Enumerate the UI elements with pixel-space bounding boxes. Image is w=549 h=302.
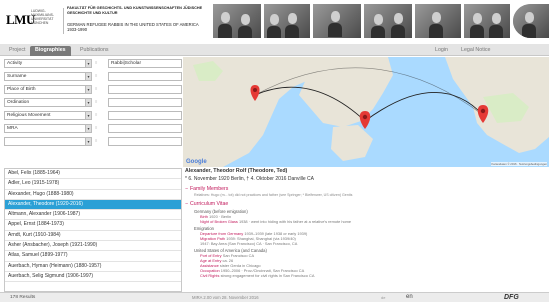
list-item-selected[interactable]: Alexander, Theodore (1920-2016) — [5, 199, 181, 211]
land-asia — [299, 57, 393, 127]
filter-value-input[interactable] — [108, 98, 182, 107]
map-attribution[interactable]: Kartendaten © 2016 · Nutzungsbedingungen — [491, 162, 547, 166]
list-item[interactable]: Alexander, Hugo (1888-1980) — [5, 190, 181, 200]
filter-operator[interactable]: ≡ — [95, 60, 105, 67]
filter-operator[interactable]: ≡ — [95, 86, 105, 93]
header-photo — [313, 4, 361, 38]
filter-field-select[interactable]: Ordination ▾ — [4, 98, 92, 107]
cv-line-label: Civil Rights — [200, 273, 220, 278]
cv-line-text: 1938 · went into hiding with his father … — [238, 219, 352, 224]
filter-value-input[interactable] — [108, 85, 182, 94]
filter-row: Surname ▾ ≡ — [4, 72, 182, 81]
filter-row: ▾ ≡ — [4, 137, 182, 146]
filter-row: MRA ▾ ≡ — [4, 124, 182, 133]
filter-field-select[interactable]: Surname ▾ — [4, 72, 92, 81]
chevron-down-icon: ▾ — [85, 60, 91, 67]
filter-value-input[interactable] — [108, 137, 182, 146]
filter-row: Religious Movement ▾ ≡ — [4, 111, 182, 120]
header-photo — [513, 4, 549, 38]
header-photo — [464, 4, 510, 38]
list-item[interactable]: Appel, Ernst (1884-1973) — [5, 220, 181, 231]
filter-field-select[interactable]: Activity ▾ — [4, 59, 92, 68]
filter-field-select[interactable]: MRA ▾ — [4, 124, 92, 133]
filter-operator[interactable]: ≡ — [95, 73, 105, 80]
project-title: GERMAN REFUGEE RABBIS IN THE UNITED STAT… — [67, 22, 199, 32]
header-photo — [264, 4, 310, 38]
chevron-down-icon: ▾ — [85, 99, 91, 106]
filter-value-input[interactable]: Rabbi|Scholar — [108, 59, 182, 68]
footer-bar: 178 Results MIRA 2.00 vom 28. November 2… — [0, 292, 549, 302]
land-southeast-asia — [331, 125, 373, 161]
cv-line-label: Night of Broken Glass — [200, 219, 238, 224]
cv-list: Germany (before emigration) Birth 1920 · … — [185, 209, 547, 278]
list-item[interactable]: Arndt, Kurt (1910-1984) — [5, 231, 181, 242]
main-tab-bar: Project Biographies Publications Login L… — [0, 44, 549, 56]
lmu-logo-subtitle: LUDWIG-MAXIMILIANS-UNIVERSITÄT MÜNCHEN — [31, 9, 54, 25]
filter-row: Ordination ▾ ≡ — [4, 98, 182, 107]
filter-operator[interactable]: ≡ — [95, 125, 105, 132]
header-photo — [364, 4, 412, 38]
language-en-link[interactable]: en — [406, 293, 413, 302]
results-list: Abel, Felix (1885-1964) Adler, Leo (1915… — [4, 168, 182, 292]
migration-map[interactable]: Google Kartendaten © 2016 · Nutzungsbedi… — [183, 57, 549, 167]
chevron-down-icon: ▾ — [85, 86, 91, 93]
filter-panel: Activity ▾ ≡ Rabbi|Scholar Surname ▾ ≡ Pla… — [4, 58, 182, 168]
filter-field-select[interactable]: ▾ — [4, 137, 92, 146]
route-shanghai-sanfrancisco — [364, 92, 484, 122]
lmu-logo[interactable]: LMU — [6, 12, 35, 28]
list-item[interactable]: Abel, Felix (1885-1964) — [5, 169, 181, 180]
chevron-down-icon: ▾ — [85, 138, 91, 145]
result-count: 178 Results — [10, 295, 36, 300]
legal-notice-link[interactable]: Legal Notice — [461, 46, 490, 55]
list-item[interactable]: Auerbach, Hyman (Heimann) (1880-1957) — [5, 262, 181, 272]
cv-line: Civil Rights strong engagement for civil… — [200, 273, 547, 278]
site-header: LMU LUDWIG-MAXIMILIANS-UNIVERSITÄT MÜNCH… — [0, 0, 549, 44]
person-name: Alexander, Theodor Rolf (Theodore, Ted) — [185, 168, 288, 174]
section-curriculum-vitae[interactable]: − Curriculum Vitae — [185, 201, 547, 207]
filter-value-input[interactable] — [108, 111, 182, 120]
filter-operator[interactable]: ≡ — [95, 112, 105, 119]
login-link[interactable]: Login — [435, 46, 448, 55]
google-logo: Google — [186, 159, 207, 165]
family-members-text: Relatives: Hugo (m... tot) did not pract… — [194, 193, 353, 197]
tab-project[interactable]: Project — [4, 46, 31, 56]
marker-shanghai[interactable] — [359, 111, 371, 129]
version-info: MIRA 2.00 vom 28. November 2016 — [192, 295, 259, 300]
filter-field-select[interactable]: Place of Birth ▾ — [4, 85, 92, 94]
cv-line-text: strong engagement for civil rights in Sa… — [220, 273, 315, 278]
biography-detail: Alexander, Theodor Rolf (Theodore, Ted) … — [185, 168, 547, 292]
list-item[interactable]: Asher (Ansbacher), Joseph (1921-1990) — [5, 241, 181, 252]
map-graphic — [183, 57, 549, 167]
list-item[interactable]: Atlas, Samuel (1899-1977) — [5, 251, 181, 262]
filter-value-input[interactable] — [108, 124, 182, 133]
header-photo — [415, 4, 461, 38]
dfg-logo[interactable]: DFG — [504, 293, 519, 302]
list-item[interactable]: Altmann, Alexander (1906-1987) — [5, 210, 181, 221]
header-photo — [213, 4, 261, 38]
language-de-link[interactable]: de — [381, 293, 385, 302]
list-item[interactable]: Adler, Leo (1915-1978) — [5, 179, 181, 190]
section-family-members[interactable]: − Family Members — [185, 186, 547, 192]
tab-publications[interactable]: Publications — [75, 46, 114, 56]
cv-line: 1947: Bay Area (San Francisco) CA · San … — [200, 241, 547, 246]
chevron-down-icon: ▾ — [85, 73, 91, 80]
filter-operator[interactable]: ≡ — [95, 138, 105, 145]
filter-value-input[interactable] — [108, 72, 182, 81]
faculty-name: FAKULTÄT FÜR GESCHICHTS- UND KUNSTWISSEN… — [67, 6, 203, 15]
cv-line: Night of Broken Glass 1938 · went into h… — [200, 219, 547, 224]
list-item[interactable]: Auerbach, Selig Sigmund (1906-1997) — [5, 272, 181, 283]
filter-row: Place of Birth ▾ ≡ — [4, 85, 182, 94]
filter-field-select[interactable]: Religious Movement ▾ — [4, 111, 92, 120]
filter-operator[interactable]: ≡ — [95, 99, 105, 106]
person-life-dates: * 6. November 1920 Berlin, † 4. Oktober … — [185, 176, 314, 182]
chevron-down-icon: ▾ — [85, 125, 91, 132]
filter-row: Activity ▾ ≡ Rabbi|Scholar — [4, 59, 182, 68]
tab-biographies[interactable]: Biographies — [30, 46, 71, 56]
chevron-down-icon: ▾ — [85, 112, 91, 119]
header-divider — [63, 8, 64, 34]
cv-line-text: 1947: Bay Area (San Francisco) CA · San … — [200, 241, 298, 246]
